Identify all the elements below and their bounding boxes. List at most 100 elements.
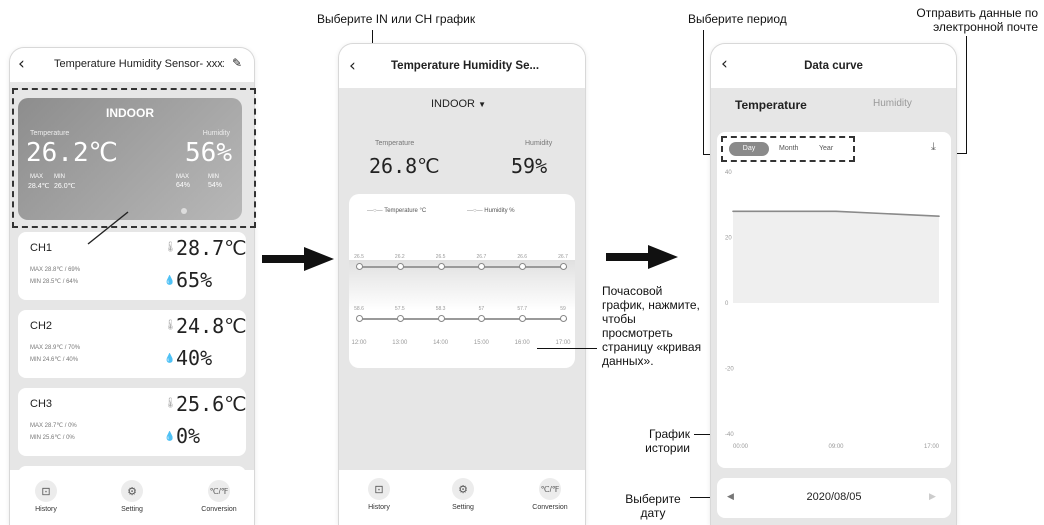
temp-value-label: 26.7 [558, 254, 568, 260]
channel-hum: 65% [176, 268, 213, 292]
gear-icon: ⚙ [452, 478, 474, 500]
channel-temp: 24.8℃ [176, 314, 247, 338]
channel-max: MAX 28.7℃ / 0% [30, 423, 77, 429]
channel-temp: 25.6℃ [176, 392, 247, 416]
y-tick-label: 40 [725, 170, 732, 176]
channel-min: MIN 24.6℃ / 40% [30, 357, 79, 363]
bottom-tab-bar: ⊡ History ⚙ Setting ℃/℉ Conversion [10, 470, 254, 525]
hum-point [519, 315, 527, 322]
hum-value-label: 59 [560, 306, 566, 312]
temp-value-label: 26.2 [394, 254, 405, 260]
humidity-drop-icon: 💧 [164, 354, 176, 364]
channel-temp: 28.7℃ [176, 236, 247, 260]
channel-max: MAX 28.8℃ / 69% [30, 267, 81, 273]
indoor-highlight-box [12, 88, 256, 228]
curve-title: Data curve [804, 60, 863, 72]
flow-arrow-2 [606, 245, 678, 269]
history-area [733, 211, 939, 303]
detail-top-bar: ‹ Temperature Humidity Se... [339, 44, 585, 88]
conversion-icon: ℃/℉ [208, 480, 230, 502]
tab-history-label: History [35, 506, 57, 513]
y-tick-label: -40 [725, 432, 734, 438]
tab-setting[interactable]: ⚙ Setting [110, 480, 154, 513]
time-label: 14:00 [433, 340, 449, 346]
tab-setting-label: Setting [121, 506, 143, 513]
tab-history[interactable]: ⊡ History [357, 478, 401, 511]
channel-selector[interactable]: INDOOR ▼ [431, 98, 486, 110]
channel-name: CH2 [30, 320, 53, 332]
legend-temp-marker: —○— [367, 208, 383, 214]
history-chart-svg: 40 20 0 -20 -40 00:00 09:00 17:00 [725, 170, 940, 450]
legend-temp: —○— Temperature °C [367, 208, 426, 214]
next-date-icon[interactable]: ▶ [929, 491, 936, 502]
hum-value-label: 58.6 [354, 306, 364, 312]
time-label: 15:00 [473, 340, 489, 346]
tab-conversion[interactable]: ℃/℉ Conversion [525, 478, 575, 511]
annotation-history-chart: График истории [645, 427, 690, 455]
hum-value-label: 58.3 [435, 306, 446, 312]
temp-line [357, 266, 567, 268]
main-top-bar: ‹ Temperature Humidity Sensor- xxxxxx ✎ [10, 48, 254, 82]
history-icon: ⊡ [35, 480, 57, 502]
time-label: 13:00 [392, 340, 408, 346]
x-tick-label: 00:00 [733, 444, 749, 450]
tab-temperature[interactable]: Temperature [735, 98, 807, 112]
edit-icon[interactable]: ✎ [232, 56, 242, 70]
temp-point [437, 263, 445, 270]
annotation-hourly-chart: Почасовой график, нажмите, чтобы просмот… [602, 284, 702, 368]
detail-temp-label: Temperature [375, 140, 415, 147]
detail-temp-value: 26.8℃ [369, 154, 440, 178]
channel-max: MAX 28.9℃ / 70% [30, 345, 81, 351]
channel-hum: 40% [176, 346, 213, 370]
tab-humidity[interactable]: Humidity [873, 98, 912, 109]
flow-arrow-1 [262, 247, 334, 271]
bottom-tab-bar: ⊡ History ⚙ Setting ℃/℉ Conversion [339, 470, 585, 525]
thermometer-icon: 🌡 [164, 398, 177, 409]
tab-setting[interactable]: ⚙ Setting [441, 478, 485, 511]
pointer-line [87, 211, 129, 245]
back-icon[interactable]: ‹ [18, 54, 25, 74]
hum-point [396, 315, 404, 322]
date-value[interactable]: 2020/08/05 [717, 491, 951, 503]
tab-history[interactable]: ⊡ History [24, 480, 68, 513]
date-bar: ◀ 2020/08/05 ▶ [717, 478, 951, 518]
hum-value-label: 57.5 [394, 306, 405, 312]
humidity-drop-icon: 💧 [164, 276, 176, 286]
tab-conversion-label: Conversion [201, 506, 237, 513]
detail-title: Temperature Humidity Se... [391, 60, 540, 72]
conversion-icon: ℃/℉ [539, 478, 561, 500]
channel-hum: 0% [176, 424, 201, 448]
y-tick-label: 0 [725, 301, 729, 307]
annotation-line-email-v [966, 36, 967, 154]
hum-point [560, 315, 567, 322]
detail-hum-label: Humidity [525, 140, 553, 147]
temp-point [356, 263, 363, 270]
detail-hum-value: 59% [511, 154, 548, 178]
x-tick-label: 09:00 [828, 444, 844, 450]
channel-min: MIN 25.6℃ / 0% [30, 435, 75, 441]
channel-card-ch3[interactable]: CH3 MAX 28.7℃ / 0% MIN 25.6℃ / 0% 🌡 25.6… [18, 388, 247, 456]
channel-min: MIN 28.5℃ / 64% [30, 279, 79, 285]
thermometer-icon: 🌡 [164, 320, 177, 331]
temp-point [396, 263, 404, 270]
temp-value-label: 26.6 [517, 254, 528, 260]
temp-value-label: 26.7 [476, 254, 487, 260]
data-curve-screen: ‹ Data curve Temperature Humidity Day Mo… [711, 44, 956, 525]
annotation-select-chart: Выберите IN или CH график [317, 12, 476, 26]
annotation-select-date: Выберите дату [625, 492, 681, 520]
hum-line [357, 318, 567, 320]
channel-name: CH1 [30, 242, 53, 254]
humidity-drop-icon: 💧 [164, 432, 176, 442]
temp-value-label: 26.5 [354, 254, 364, 260]
channel-card-ch2[interactable]: CH2 MAX 28.9℃ / 70% MIN 24.6℃ / 40% 🌡 24… [18, 310, 247, 378]
legend-temp-label: Temperature °C [384, 208, 427, 214]
tab-conversion[interactable]: ℃/℉ Conversion [194, 480, 244, 513]
hum-point [437, 315, 445, 322]
y-tick-label: 20 [725, 236, 732, 242]
hourly-chart-card[interactable]: —○— Temperature °C —○— Humidity % 26.5 58… [349, 194, 575, 368]
back-icon[interactable]: ‹ [349, 56, 356, 76]
annotation-line-hourly [537, 348, 597, 349]
tab-setting-label: Setting [452, 504, 474, 511]
tab-history-label: History [368, 504, 390, 511]
legend-hum: —○— Humidity % [467, 208, 515, 214]
